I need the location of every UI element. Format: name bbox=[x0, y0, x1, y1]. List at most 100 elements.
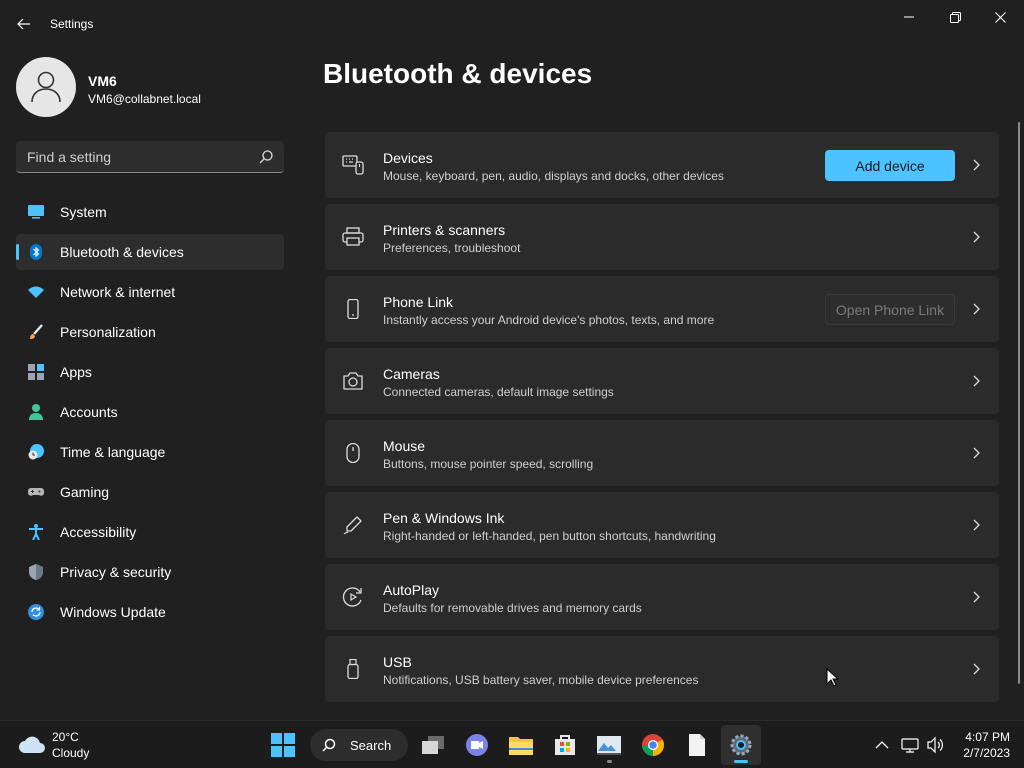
microsoft-store-button[interactable] bbox=[545, 725, 585, 765]
sidebar-item-bluetooth-devices[interactable]: Bluetooth & devices bbox=[16, 234, 284, 270]
volume-icon[interactable] bbox=[926, 736, 944, 754]
search-icon[interactable] bbox=[258, 149, 274, 165]
sidebar-item-time-language[interactable]: Time & language bbox=[16, 434, 284, 470]
search-input[interactable] bbox=[16, 141, 252, 172]
card-title: Cameras bbox=[383, 366, 440, 382]
notepad-icon bbox=[689, 734, 705, 756]
card-printers-scanners[interactable]: Printers & scanners Preferences, trouble… bbox=[325, 204, 999, 270]
avatar[interactable] bbox=[16, 57, 76, 117]
sidebar-item-label: Privacy & security bbox=[60, 564, 172, 580]
clock-globe-icon bbox=[28, 444, 44, 460]
start-icon bbox=[271, 733, 295, 757]
sidebar-item-label: Time & language bbox=[60, 444, 166, 460]
pen-icon bbox=[343, 516, 362, 535]
card-subtitle: Instantly access your Android device's p… bbox=[383, 313, 715, 327]
shield-icon bbox=[29, 564, 43, 580]
sidebar-item-label: Personalization bbox=[60, 324, 156, 340]
sidebar-item-apps[interactable]: Apps bbox=[16, 354, 284, 390]
card-subtitle: Mouse, keyboard, pen, audio, displays an… bbox=[383, 169, 724, 183]
window-title: Settings bbox=[50, 17, 94, 31]
chrome-button[interactable] bbox=[633, 725, 673, 765]
gamepad-icon bbox=[28, 488, 44, 496]
minimize-icon bbox=[904, 16, 914, 18]
chevron-right-icon bbox=[973, 375, 980, 387]
update-icon bbox=[28, 604, 44, 620]
user-name: VM6 bbox=[88, 73, 117, 89]
photos-button[interactable] bbox=[589, 725, 629, 765]
card-title: Devices bbox=[383, 150, 433, 166]
sidebar-item-label: Gaming bbox=[60, 484, 110, 500]
sidebar-nav: System Bluetooth & devices Network & int… bbox=[16, 194, 284, 634]
card-subtitle: Defaults for removable drives and memory… bbox=[383, 601, 642, 615]
wifi-icon bbox=[28, 286, 44, 298]
sidebar-item-system[interactable]: System bbox=[16, 194, 284, 230]
card-title: USB bbox=[383, 654, 412, 670]
clock-time: 4:07 PM bbox=[965, 730, 1010, 744]
microsoft-store-icon bbox=[555, 735, 575, 755]
card-title: Printers & scanners bbox=[383, 222, 506, 238]
sidebar-item-gaming[interactable]: Gaming bbox=[16, 474, 284, 510]
file-explorer-button[interactable] bbox=[501, 725, 541, 765]
chevron-right-icon bbox=[973, 231, 980, 243]
settings-list: Devices Mouse, keyboard, pen, audio, dis… bbox=[325, 132, 999, 708]
bluetooth-icon bbox=[30, 244, 42, 260]
back-button[interactable] bbox=[10, 12, 38, 36]
teams-chat-button[interactable] bbox=[457, 725, 497, 765]
sidebar-item-windows-update[interactable]: Windows Update bbox=[16, 594, 284, 630]
card-pen-windows-ink[interactable]: Pen & Windows Ink Right-handed or left-h… bbox=[325, 492, 999, 558]
chevron-up-icon[interactable] bbox=[873, 736, 891, 754]
card-autoplay[interactable]: AutoPlay Defaults for removable drives a… bbox=[325, 564, 999, 630]
chevron-right-icon bbox=[973, 663, 980, 675]
taskbar-search-label: Search bbox=[350, 738, 392, 753]
add-device-button[interactable]: Add device bbox=[825, 150, 955, 181]
chevron-right-icon bbox=[973, 303, 980, 315]
chrome-icon bbox=[642, 734, 664, 756]
usb-icon bbox=[347, 659, 359, 679]
settings-button[interactable] bbox=[721, 725, 761, 765]
chevron-right-icon bbox=[973, 591, 980, 603]
user-icon bbox=[31, 71, 61, 103]
close-button[interactable] bbox=[978, 4, 1022, 30]
sidebar-item-label: System bbox=[60, 204, 107, 220]
card-phone-link[interactable]: Phone Link Instantly access your Android… bbox=[325, 276, 999, 342]
sidebar-item-personalization[interactable]: Personalization bbox=[16, 314, 284, 350]
network-icon[interactable] bbox=[901, 736, 919, 754]
card-cameras[interactable]: Cameras Connected cameras, default image… bbox=[325, 348, 999, 414]
sidebar-item-label: Network & internet bbox=[60, 284, 176, 300]
card-title: AutoPlay bbox=[383, 582, 440, 598]
sidebar-item-label: Accounts bbox=[60, 404, 118, 420]
notepad-button[interactable] bbox=[677, 725, 717, 765]
brush-icon bbox=[30, 324, 43, 339]
system-icon bbox=[28, 205, 44, 219]
file-explorer-icon bbox=[509, 737, 533, 755]
back-arrow-icon bbox=[17, 18, 30, 30]
chevron-right-icon bbox=[973, 159, 980, 171]
camera-icon bbox=[343, 372, 363, 390]
task-view-icon bbox=[422, 736, 444, 754]
accessibility-icon bbox=[29, 524, 43, 540]
account-icon bbox=[29, 404, 43, 420]
cloud-icon bbox=[19, 736, 45, 753]
card-subtitle: Connected cameras, default image setting… bbox=[383, 385, 614, 399]
search-icon bbox=[322, 738, 336, 752]
taskbar-search-button[interactable]: Search bbox=[310, 729, 408, 761]
card-devices[interactable]: Devices Mouse, keyboard, pen, audio, dis… bbox=[325, 132, 999, 198]
vertical-scrollbar[interactable] bbox=[1018, 122, 1020, 684]
card-mouse[interactable]: Mouse Buttons, mouse pointer speed, scro… bbox=[325, 420, 999, 486]
open-phone-link-button[interactable]: Open Phone Link bbox=[825, 294, 955, 325]
sidebar-item-accessibility[interactable]: Accessibility bbox=[16, 514, 284, 550]
sidebar-item-accounts[interactable]: Accounts bbox=[16, 394, 284, 430]
restore-icon bbox=[949, 11, 961, 23]
search-box[interactable] bbox=[16, 141, 284, 173]
card-usb[interactable]: USB Notifications, USB battery saver, mo… bbox=[325, 636, 999, 702]
start-button[interactable] bbox=[263, 725, 303, 765]
sidebar-item-network[interactable]: Network & internet bbox=[16, 274, 284, 310]
task-view-button[interactable] bbox=[413, 725, 453, 765]
minimize-button[interactable] bbox=[887, 4, 931, 30]
clock-date: 2/7/2023 bbox=[963, 746, 1010, 760]
sidebar-item-label: Apps bbox=[60, 364, 92, 380]
restore-button[interactable] bbox=[933, 4, 977, 30]
mouse-cursor-icon bbox=[826, 668, 840, 687]
card-subtitle: Right-handed or left-handed, pen button … bbox=[383, 529, 716, 543]
sidebar-item-privacy[interactable]: Privacy & security bbox=[16, 554, 284, 590]
